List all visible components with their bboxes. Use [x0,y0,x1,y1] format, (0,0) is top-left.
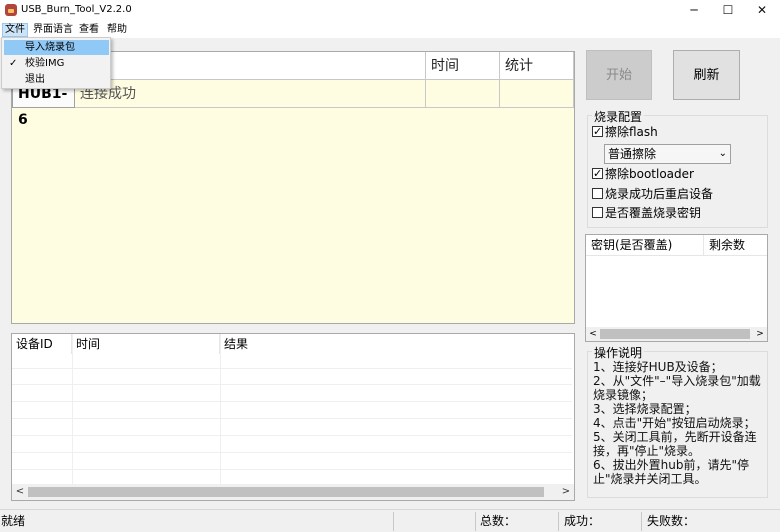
grid-line [220,334,221,484]
refresh-button[interactable]: 刷新 [673,50,740,100]
stats-cell [500,80,574,108]
menu-item-label: 导入烧录包 [25,42,75,53]
stats-column-header: 统计 [500,52,574,80]
scrollbar-thumb[interactable] [600,329,750,339]
time-cell [426,80,500,108]
overwrite-key-checkbox[interactable]: 是否覆盖烧录密钥 [592,205,701,221]
burn-config-title: 烧录配置 [592,108,645,125]
checkbox-unchecked-icon [592,188,603,199]
instruction-line: 1、连接好HUB及设备； [593,360,723,374]
grid-line [12,469,572,470]
key-column-header: 密钥(是否覆盖) [586,235,704,256]
scroll-left-icon[interactable]: < [12,484,28,500]
key-horizontal-scrollbar[interactable]: < > [586,327,767,341]
result-column-header: 结果 [224,337,249,351]
grid-line [12,452,572,453]
checkbox-label: 烧录成功后重启设备 [605,187,714,201]
menu-item-exit[interactable]: 退出 [4,72,109,87]
checkbox-label: 擦除flash [605,125,658,139]
menu-item-label: 校验IMG [25,58,65,69]
window-title: USB_Burn_Tool_V2.2.0 [21,4,132,15]
checkmark-icon: ✓ [9,58,18,69]
grid-line [12,384,572,385]
time-column-header: 时间 [426,52,500,80]
scrollbar-thumb[interactable] [28,487,544,497]
menu-item-import-package[interactable]: 导入烧录包 [4,40,109,55]
device-table[interactable]: 时间 统计 HUB1-6 连接成功 [11,51,575,324]
select-value: 普通擦除 [608,147,657,161]
log-table[interactable]: 设备ID 时间 结果 < > [11,333,575,501]
grid-line [12,418,572,419]
checkbox-checked-icon [592,166,603,182]
checkbox-checked-icon [592,124,603,140]
file-menu-dropdown: 导入烧录包 ✓ 校验IMG 退出 [1,37,111,89]
instruction-line: 3、选择烧录配置； [593,402,697,416]
menu-item-label: 退出 [25,74,45,85]
total-count-label: 总数： [480,514,517,528]
key-table[interactable]: 密钥(是否覆盖) 剩余数 < > [585,234,768,342]
status-bar: 就绪 总数： 成功： 失败数： [0,509,780,532]
restart-after-burn-checkbox[interactable]: 烧录成功后重启设备 [592,186,713,202]
instruction-line: 6、拔出外置hub前，请先"停止"烧录并关闭工具。 [593,458,749,486]
menu-bar: 文件 界面语言 查看 帮助 [0,21,780,38]
connection-status-cell: 连接成功 [75,80,426,108]
device-id-column-header: 设备ID [12,334,72,354]
success-count-label: 成功： [564,514,601,528]
status-divider [393,512,394,531]
grid-line [12,368,572,369]
title-bar: USB_Burn_Tool_V2.2.0 ─ ☐ ✕ [0,0,780,21]
instruction-line: 2、从"文件"–"导入烧录包"加载烧录镜像； [593,374,761,402]
start-button[interactable]: 开始 [586,50,652,100]
erase-flash-checkbox[interactable]: 擦除flash [592,124,658,140]
instructions-title: 操作说明 [592,344,645,361]
grid-line [72,334,73,484]
status-divider [475,512,476,531]
instructions-text: 1、连接好HUB及设备； 2、从"文件"–"导入烧录包"加载烧录镜像； 3、选择… [593,360,768,486]
menu-file[interactable]: 文件 [2,23,28,37]
status-text: 就绪 [1,514,26,528]
scroll-right-icon[interactable]: > [558,484,574,500]
log-horizontal-scrollbar[interactable]: < > [12,484,574,500]
minimize-button[interactable]: ─ [677,0,711,21]
grid-line [12,435,572,436]
erase-mode-select[interactable]: 普通擦除 ⌄ [604,144,731,164]
chevron-down-icon: ⌄ [718,148,727,159]
menu-view[interactable]: 查看 [77,23,101,37]
fail-count-label: 失败数： [647,514,696,528]
menu-language[interactable]: 界面语言 [31,23,75,37]
maximize-button[interactable]: ☐ [711,0,745,21]
status-divider [558,512,559,531]
instruction-line: 4、点击"开始"按钮启动烧录； [593,416,756,430]
checkbox-unchecked-icon [592,207,603,218]
remaining-column-header: 剩余数 [704,235,767,256]
log-time-column-header: 时间 [72,334,220,354]
menu-item-verify-img[interactable]: ✓ 校验IMG [4,56,109,71]
close-button[interactable]: ✕ [745,0,779,21]
scroll-right-icon[interactable]: > [753,327,767,341]
grid-line [12,401,572,402]
scroll-left-icon[interactable]: < [586,327,600,341]
app-icon [5,4,17,16]
status-divider [641,512,642,531]
checkbox-label: 是否覆盖烧录密钥 [605,206,702,220]
instruction-line: 5、关闭工具前，先断开设备连接，再"停止"烧录。 [593,430,757,458]
menu-help[interactable]: 帮助 [105,23,129,37]
checkbox-label: 擦除bootloader [605,167,694,181]
erase-bootloader-checkbox[interactable]: 擦除bootloader [592,166,694,182]
